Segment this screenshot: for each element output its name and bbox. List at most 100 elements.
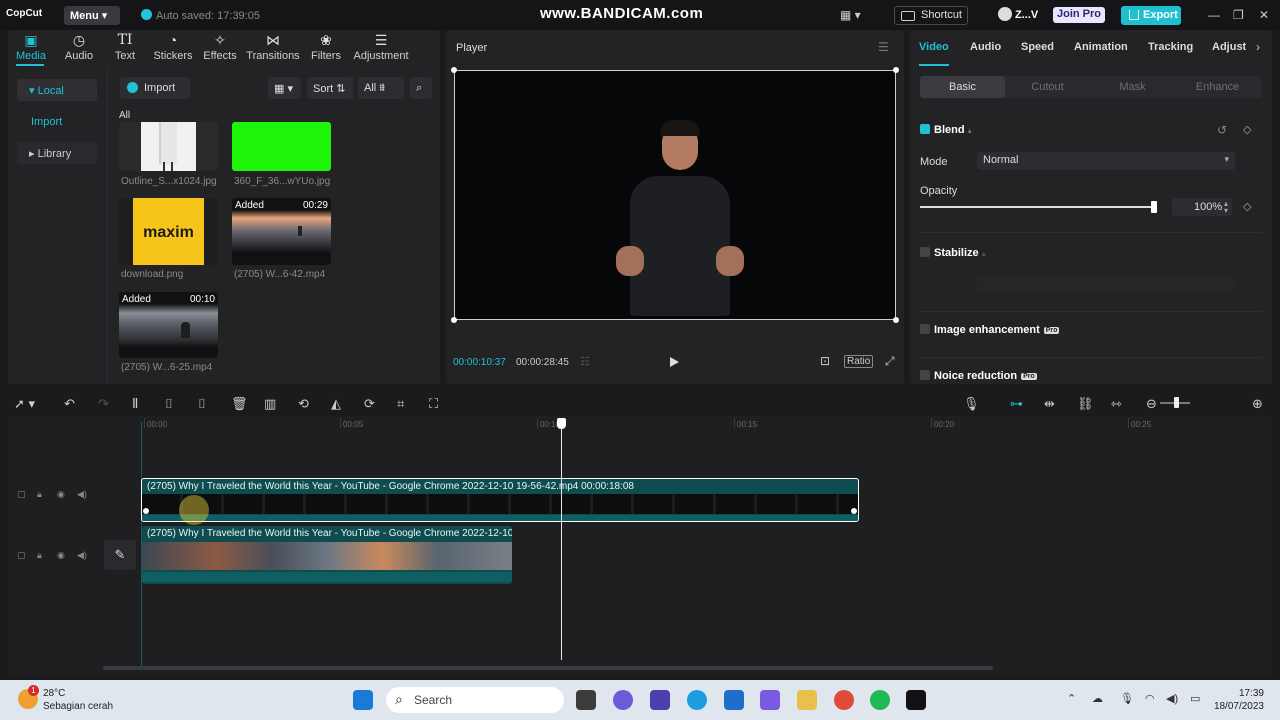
tab-text[interactable]: TI Text: [112, 32, 138, 62]
export-button[interactable]: Export: [1121, 6, 1181, 25]
resize-handle[interactable]: [451, 67, 457, 73]
spotify-icon[interactable]: [870, 690, 890, 710]
rotate-icon[interactable]: ⟳: [364, 396, 375, 412]
resize-handle[interactable]: [451, 317, 457, 323]
mirror-icon[interactable]: ◭: [331, 396, 341, 412]
media-item-video-1[interactable]: Added 00:29: [232, 198, 331, 265]
restore-icon[interactable]: ❐: [1233, 8, 1244, 22]
player-menu-icon[interactable]: ☰: [878, 40, 889, 54]
split-icon[interactable]: Ⅱ: [132, 396, 138, 412]
mail-icon[interactable]: [724, 690, 744, 710]
main-track-magnet-icon[interactable]: ⊶: [1010, 396, 1023, 412]
media-item-download[interactable]: maxim: [119, 198, 218, 265]
more-tabs-icon[interactable]: ›: [1256, 40, 1260, 54]
timeline-scrollbar[interactable]: [103, 666, 993, 670]
microphone-icon[interactable]: 🎙: [963, 396, 980, 412]
tab-video[interactable]: Video: [919, 41, 949, 53]
blend-section[interactable]: Blend ▴: [920, 124, 972, 136]
eye-icon[interactable]: ◉: [57, 489, 65, 500]
tab-audio-props[interactable]: Audio: [970, 41, 1001, 53]
tab-media[interactable]: ▣ Media: [16, 32, 46, 62]
reverse-icon[interactable]: ⟲: [298, 396, 309, 412]
battery-icon[interactable]: ▭: [1190, 692, 1200, 705]
video-clip-main[interactable]: (2705) Why I Traveled the World this Yea…: [142, 526, 512, 584]
trim-handle-right[interactable]: [851, 508, 857, 514]
stabilize-checkbox[interactable]: [920, 247, 930, 257]
undo-icon[interactable]: ↶: [64, 396, 75, 412]
snapshot-icon[interactable]: ⊡: [820, 354, 830, 368]
eye-icon[interactable]: ◉: [57, 550, 65, 561]
track-cover-icon[interactable]: ▢: [17, 489, 26, 500]
resize-handle[interactable]: [893, 67, 899, 73]
speaker-icon[interactable]: ◀): [1166, 692, 1178, 705]
tab-adjust[interactable]: Adjust: [1212, 41, 1246, 53]
layout-icon[interactable]: ▦ ▾: [840, 8, 861, 22]
subtab-cutout[interactable]: Cutout: [1005, 81, 1090, 93]
auto-snap-icon[interactable]: ⇹: [1044, 396, 1055, 412]
mode-select[interactable]: Normal ▾: [977, 152, 1235, 170]
taskbar-search[interactable]: ⌕ Search: [386, 687, 564, 713]
fullscreen-icon[interactable]: ⤢: [885, 354, 895, 369]
sort-button[interactable]: Sort ⇅: [307, 77, 353, 99]
media-item-greenscreen[interactable]: [232, 122, 331, 171]
file-explorer-icon[interactable]: [797, 690, 817, 710]
cloud-icon[interactable]: ☁: [1092, 692, 1103, 705]
tab-tracking[interactable]: Tracking: [1148, 41, 1193, 53]
opacity-slider-track[interactable]: [920, 206, 1154, 208]
auto-reframe-icon[interactable]: ⛶: [429, 396, 438, 412]
resize-handle[interactable]: [893, 317, 899, 323]
delete-icon[interactable]: 🗑: [231, 396, 248, 412]
close-icon[interactable]: ✕: [1259, 8, 1269, 22]
split-right-icon[interactable]: ⌷: [198, 396, 206, 412]
tab-filters[interactable]: ❀ Filters: [311, 32, 341, 62]
sidebar-item-library[interactable]: ▸ Library: [17, 142, 97, 164]
noise-reduction-section[interactable]: Noice reduction Pro: [920, 370, 1037, 382]
timeline[interactable]: 00:00 00:05 00:10 00:15 00:20 00:25 ▢ 🔒︎…: [8, 416, 1272, 674]
tab-adjustment[interactable]: ☰ Adjustment: [353, 32, 409, 62]
zoom-out-icon[interactable]: ⊖: [1146, 396, 1157, 412]
windows-start-icon[interactable]: [353, 690, 373, 710]
tab-animation[interactable]: Animation: [1074, 41, 1128, 53]
trim-handle-left[interactable]: [143, 508, 149, 514]
split-left-icon[interactable]: ⌷: [165, 396, 173, 412]
sidebar-item-import[interactable]: Import: [19, 111, 99, 133]
opacity-slider-thumb[interactable]: [1151, 201, 1157, 213]
ratio-button[interactable]: Ratio: [844, 355, 874, 368]
app-icon[interactable]: [760, 690, 780, 710]
weather-widget[interactable]: 28°C Sebagian cerah: [43, 687, 113, 713]
video-preview[interactable]: [451, 67, 899, 323]
join-pro-button[interactable]: Join Pro: [1053, 7, 1105, 23]
volume-icon[interactable]: ◀): [77, 550, 87, 561]
video-clip-overlay[interactable]: (2705) Why I Traveled the World this Yea…: [141, 478, 859, 522]
play-icon[interactable]: [670, 357, 679, 367]
playhead[interactable]: [561, 420, 562, 660]
playhead-handle[interactable]: [557, 418, 566, 429]
minimize-icon[interactable]: —: [1208, 8, 1220, 22]
reset-icon[interactable]: ↺: [1217, 123, 1227, 137]
media-item-outline[interactable]: [119, 122, 218, 171]
tab-transitions[interactable]: ⋈ Transitions: [246, 32, 300, 62]
edge-icon[interactable]: [687, 690, 707, 710]
sidebar-item-local[interactable]: ▾ Local: [17, 79, 97, 101]
tab-audio[interactable]: ◷ Audio: [62, 32, 96, 62]
noise-reduction-checkbox[interactable]: [920, 370, 930, 380]
microphone-icon[interactable]: 🎙: [1120, 692, 1134, 705]
subtab-mask[interactable]: Mask: [1090, 81, 1175, 93]
search-button[interactable]: ⌕: [410, 77, 432, 99]
media-item-video-2[interactable]: Added 00:10: [119, 292, 218, 358]
volume-icon[interactable]: ◀): [77, 489, 87, 500]
teams-icon[interactable]: [613, 690, 633, 710]
image-enhancement-checkbox[interactable]: [920, 324, 930, 334]
timeline-list-icon[interactable]: ☷: [580, 355, 590, 368]
crop-icon[interactable]: ⌗: [397, 396, 404, 412]
zoom-in-icon[interactable]: ⊕: [1252, 396, 1263, 412]
select-tool-icon[interactable]: ➚ ▾: [14, 396, 35, 412]
link-icon[interactable]: ⛓: [1077, 396, 1094, 412]
app-icon[interactable]: [650, 690, 670, 710]
blend-checkbox[interactable]: [920, 124, 930, 134]
lock-icon[interactable]: 🔒︎: [37, 489, 42, 500]
menu-button[interactable]: Menu ▾: [64, 6, 120, 25]
subtab-enhance[interactable]: Enhance: [1175, 81, 1260, 93]
preview-axis-icon[interactable]: ⇿: [1111, 396, 1122, 412]
image-enhancement-section[interactable]: Image enhancement Pro: [920, 324, 1060, 336]
